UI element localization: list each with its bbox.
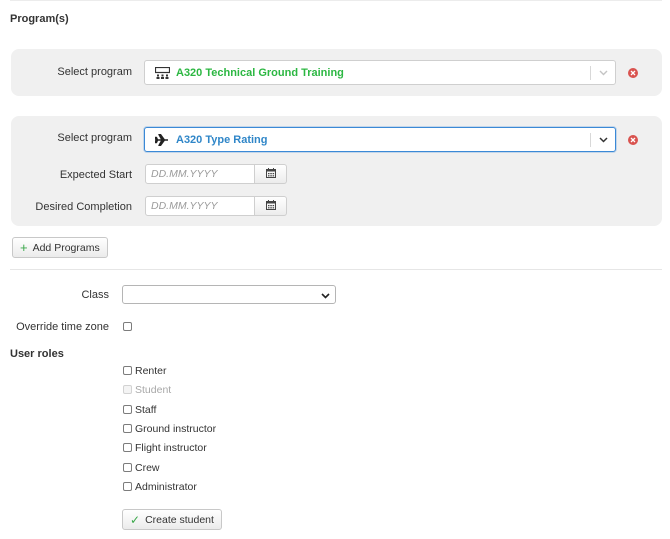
chevron-down-icon[interactable] <box>596 66 610 80</box>
role-flight-instructor-label: Flight instructor <box>135 442 207 454</box>
airplane-icon <box>152 133 172 146</box>
add-programs-label: Add Programs <box>32 241 100 254</box>
select-program-label: Select program <box>57 66 132 78</box>
role-staff-checkbox[interactable] <box>123 405 132 414</box>
plus-icon: + <box>20 240 28 255</box>
create-student-label: Create student <box>145 513 214 526</box>
remove-program-1-icon[interactable] <box>628 68 638 78</box>
expected-start-input[interactable]: DD.MM.YYYY <box>145 164 255 184</box>
expected-start-calendar-button[interactable] <box>255 164 287 184</box>
select-separator <box>590 66 591 80</box>
remove-program-2-icon[interactable] <box>628 135 638 145</box>
calendar-icon <box>265 199 276 213</box>
role-crew-label: Crew <box>135 462 160 474</box>
program-select-1[interactable]: A320 Technical Ground Training <box>144 60 616 85</box>
role-ground-instructor-label: Ground instructor <box>135 423 217 435</box>
expected-start-label: Expected Start <box>59 169 132 181</box>
override-timezone-checkbox[interactable] <box>123 322 132 331</box>
role-staff-label: Staff <box>135 404 157 416</box>
program-select-2-value: A320 Type Rating <box>176 133 268 146</box>
section-title: Program(s) <box>10 13 69 25</box>
class-label: Class <box>81 289 109 301</box>
role-student-checkbox <box>123 385 132 394</box>
role-flight-instructor-checkbox[interactable] <box>123 443 132 452</box>
role-renter-label: Renter <box>135 365 167 377</box>
chevron-down-icon[interactable] <box>596 133 610 147</box>
select-program-label: Select program <box>57 132 132 144</box>
create-student-button[interactable]: ✓ Create student <box>122 509 222 530</box>
desired-completion-calendar-button[interactable] <box>255 196 287 216</box>
class-select[interactable] <box>122 285 336 304</box>
override-timezone-label: Override time zone <box>16 321 109 333</box>
user-roles-title: User roles <box>10 348 64 360</box>
calendar-icon <box>265 167 276 181</box>
checkmark-icon: ✓ <box>130 512 141 527</box>
program-select-2[interactable]: A320 Type Rating <box>144 127 616 152</box>
program-select-1-value: A320 Technical Ground Training <box>176 66 344 79</box>
desired-completion-input[interactable]: DD.MM.YYYY <box>145 196 255 216</box>
classroom-icon <box>152 66 172 79</box>
chevron-down-icon <box>321 290 330 302</box>
role-administrator-checkbox[interactable] <box>123 482 132 491</box>
add-programs-button[interactable]: + Add Programs <box>12 237 108 258</box>
role-administrator-label: Administrator <box>135 481 197 493</box>
top-divider <box>10 0 662 1</box>
role-renter-checkbox[interactable] <box>123 366 132 375</box>
role-ground-instructor-checkbox[interactable] <box>123 424 132 433</box>
section-divider <box>10 269 662 270</box>
role-student-label: Student <box>135 384 172 396</box>
role-crew-checkbox[interactable] <box>123 463 132 472</box>
program-panel-2: Select program A320 Type Rating Expected… <box>11 116 662 226</box>
desired-completion-label: Desired Completion <box>35 201 132 213</box>
program-panel-1: Select program A320 Technical Ground Tra… <box>11 49 662 96</box>
select-separator <box>590 133 591 147</box>
